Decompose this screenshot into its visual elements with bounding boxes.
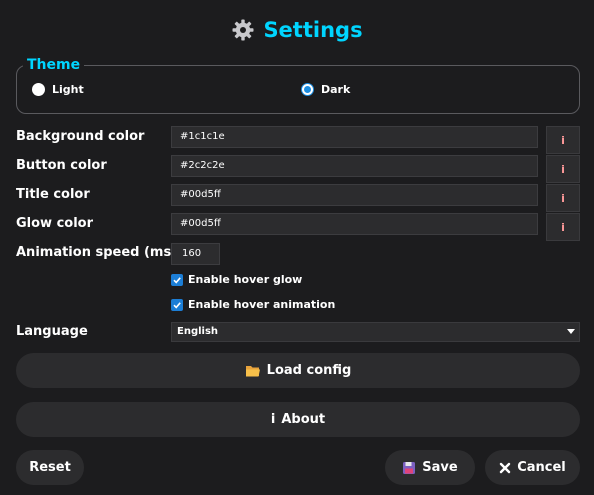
radio-unchecked-icon (32, 83, 45, 96)
button-color-picker-button[interactable]: i (546, 155, 580, 183)
load-config-button[interactable]: Load config (16, 353, 580, 388)
chevron-down-icon (567, 329, 575, 334)
language-label: Language (16, 324, 88, 339)
glow-color-picker-button[interactable]: i (546, 213, 580, 241)
hover-glow-label: Enable hover glow (188, 273, 303, 286)
cancel-button[interactable]: Cancel (485, 450, 580, 485)
theme-dark-label: Dark (321, 83, 351, 96)
theme-dark-radio[interactable]: Dark (301, 83, 350, 96)
animation-speed-label: Animation speed (ms) (16, 245, 178, 260)
hover-animation-label: Enable hover animation (188, 298, 336, 311)
title-color-picker-button[interactable]: i (546, 184, 580, 212)
checkbox-checked-icon (171, 273, 183, 286)
background-color-input[interactable]: #1c1c1e (171, 126, 538, 148)
picker-glyph: i (561, 220, 565, 234)
page-title: Settings (263, 18, 363, 42)
info-icon: i (270, 412, 276, 427)
button-color-label: Button color (16, 158, 107, 173)
gear-icon (232, 19, 254, 41)
settings-header: Settings (0, 12, 594, 48)
close-icon (500, 462, 511, 473)
theme-group: Theme Light Dark (16, 56, 580, 114)
hover-animation-checkbox[interactable]: Enable hover animation (171, 298, 335, 311)
language-value: English (177, 326, 219, 337)
glow-color-input[interactable]: #00d5ff (171, 213, 538, 235)
theme-light-radio[interactable]: Light (32, 83, 84, 96)
folder-icon (245, 365, 260, 376)
background-color-picker-button[interactable]: i (546, 126, 580, 154)
radio-checked-icon (301, 83, 314, 96)
reset-button[interactable]: Reset (16, 450, 84, 485)
load-config-label: Load config (266, 363, 352, 378)
picker-glyph: i (561, 191, 565, 205)
background-color-label: Background color (16, 129, 145, 144)
title-color-input[interactable]: #00d5ff (171, 184, 538, 206)
button-color-input[interactable]: #2c2c2e (171, 155, 538, 177)
checkbox-checked-icon (171, 298, 183, 311)
picker-glyph: i (561, 133, 565, 147)
title-color-label: Title color (16, 187, 90, 202)
about-button[interactable]: i About (16, 402, 580, 437)
save-label: Save (422, 460, 458, 475)
save-button[interactable]: Save (385, 450, 475, 485)
about-label: About (281, 412, 326, 427)
theme-light-label: Light (52, 83, 84, 96)
hover-glow-checkbox[interactable]: Enable hover glow (171, 273, 302, 286)
theme-legend: Theme (23, 56, 85, 74)
picker-glyph: i (561, 162, 565, 176)
cancel-label: Cancel (517, 460, 566, 475)
language-select[interactable]: English (171, 322, 580, 342)
reset-label: Reset (29, 460, 71, 475)
glow-color-label: Glow color (16, 216, 94, 231)
floppy-disk-icon (403, 461, 416, 474)
animation-speed-input[interactable]: 160 (171, 243, 220, 265)
